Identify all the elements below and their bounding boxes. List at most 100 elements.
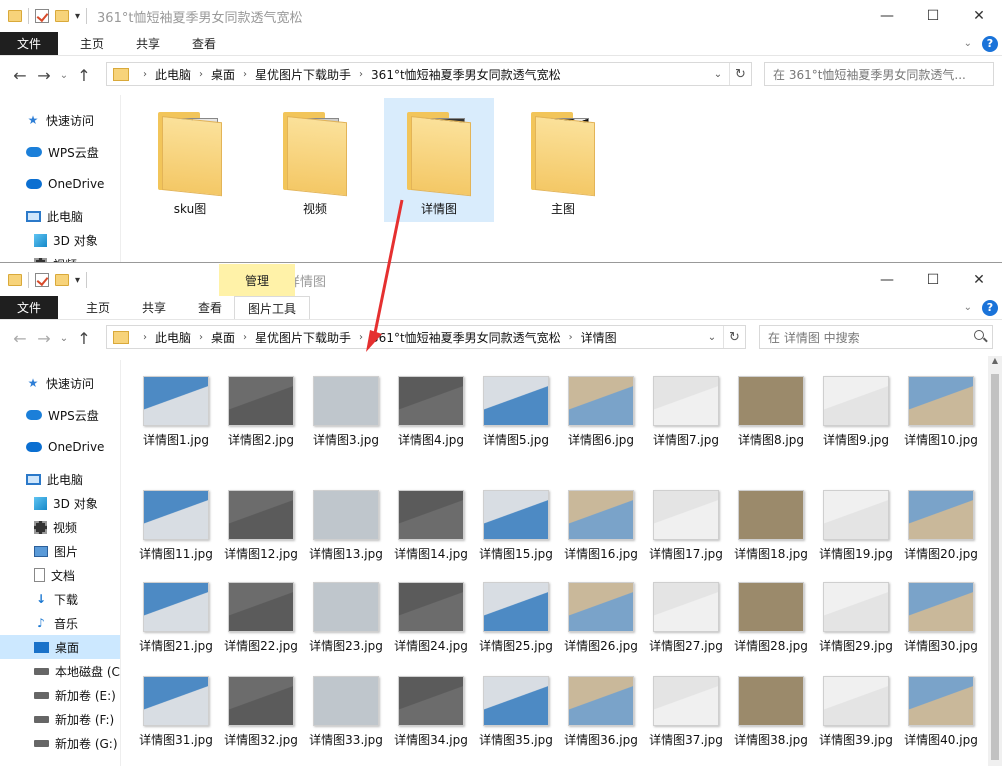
file-item[interactable]: 详情图25.jpg [476, 572, 556, 655]
file-name: 详情图7.jpg [652, 433, 720, 447]
thumbnail-frame [737, 666, 805, 726]
file-item[interactable]: 详情图18.jpg [731, 480, 811, 563]
sidebar-item-label: 视频 [53, 256, 77, 263]
folder-label: 主图 [550, 202, 575, 216]
image-thumbnail [738, 376, 804, 426]
new-folder-icon[interactable] [55, 10, 69, 22]
file-item[interactable]: 详情图15.jpg [476, 480, 556, 563]
image-thumbnail [653, 676, 719, 726]
file-item[interactable]: 详情图14.jpg [391, 480, 471, 563]
search-input[interactable]: 在 361°t恤短袖夏季男女同款透气... [764, 62, 994, 86]
breadcrumb-item[interactable]: 此电脑 [155, 66, 191, 83]
folder-item-main[interactable]: 主图 [508, 98, 618, 222]
thumbnail-frame [397, 666, 465, 726]
expand-ribbon-icon[interactable]: ⌄ [964, 38, 972, 49]
file-item[interactable]: 详情图1.jpg [136, 366, 216, 449]
sidebar-item-3d-objects[interactable]: 3D 对象 [0, 228, 120, 252]
up-button[interactable]: ↑ [72, 66, 96, 85]
file-item[interactable]: 详情图22.jpg [221, 572, 301, 655]
folder-item-video[interactable]: 视频 [260, 98, 370, 222]
image-thumbnail [398, 376, 464, 426]
file-item[interactable]: 详情图28.jpg [731, 572, 811, 655]
file-item[interactable]: 详情图29.jpg [816, 572, 896, 655]
customize-dropdown-icon[interactable]: ▾ [75, 11, 80, 22]
image-thumbnail [568, 582, 634, 632]
folder-item-sku[interactable]: sku图 [135, 98, 245, 222]
file-item[interactable]: 详情图2.jpg [221, 366, 301, 449]
file-item[interactable]: 详情图35.jpg [476, 666, 556, 749]
file-item[interactable]: 详情图17.jpg [646, 480, 726, 563]
file-item[interactable]: 详情图33.jpg [306, 666, 386, 749]
forward-button[interactable]: → [32, 66, 56, 85]
file-name: 详情图30.jpg [904, 639, 978, 653]
image-thumbnail [313, 676, 379, 726]
file-item[interactable]: 详情图7.jpg [646, 366, 726, 449]
image-thumbnail [228, 376, 294, 426]
title-bar[interactable]: ▾ 361°t恤短袖夏季男女同款透气宽松 — ☐ ✕ [0, 0, 1002, 32]
file-name: 详情图31.jpg [139, 733, 213, 747]
sidebar-item-quick-access[interactable]: ★ 快速访问 [0, 108, 120, 132]
folder-item-details[interactable]: 详情图 [384, 98, 494, 222]
maximize-button[interactable]: ☐ [910, 0, 956, 32]
file-item[interactable]: 详情图9.jpg [816, 366, 896, 449]
recent-locations-icon[interactable]: ⌄ [56, 70, 72, 81]
image-thumbnail [738, 490, 804, 540]
file-item[interactable]: 详情图20.jpg [901, 480, 981, 563]
tab-home[interactable]: 主页 [64, 32, 120, 55]
folder-label: 详情图 [420, 202, 457, 216]
refresh-icon[interactable]: ↻ [729, 63, 751, 85]
breadcrumb-item[interactable]: 星优图片下载助手 [255, 66, 351, 83]
close-button[interactable]: ✕ [956, 0, 1002, 32]
sidebar-item-onedrive[interactable]: OneDrive [0, 172, 120, 196]
file-item[interactable]: 详情图30.jpg [901, 572, 981, 655]
file-item[interactable]: 详情图19.jpg [816, 480, 896, 563]
breadcrumb-item[interactable]: 361°t恤短袖夏季男女同款透气宽松 [371, 66, 561, 83]
file-item[interactable]: 详情图21.jpg [136, 572, 216, 655]
thumbnail-frame [312, 572, 380, 632]
breadcrumb-item[interactable]: 桌面 [211, 66, 235, 83]
thumbnail-frame [737, 572, 805, 632]
back-button[interactable]: ← [8, 66, 32, 85]
file-item[interactable]: 详情图11.jpg [136, 480, 216, 563]
file-item[interactable]: 详情图10.jpg [901, 366, 981, 449]
sidebar-item-this-pc[interactable]: 此电脑 [0, 204, 120, 228]
file-item[interactable]: 详情图40.jpg [901, 666, 981, 749]
file-item[interactable]: 详情图37.jpg [646, 666, 726, 749]
image-thumbnail [398, 490, 464, 540]
file-item[interactable]: 详情图36.jpg [561, 666, 641, 749]
file-item[interactable]: 详情图12.jpg [221, 480, 301, 563]
file-item[interactable]: 详情图34.jpg [391, 666, 471, 749]
file-item[interactable]: 详情图13.jpg [306, 480, 386, 563]
help-icon[interactable]: ? [982, 35, 998, 52]
sidebar-item-videos[interactable]: 视频 [0, 252, 120, 263]
file-item[interactable]: 详情图32.jpg [221, 666, 301, 749]
file-item[interactable]: 详情图6.jpg [561, 366, 641, 449]
file-item[interactable]: 详情图27.jpg [646, 572, 726, 655]
file-item[interactable]: 详情图5.jpg [476, 366, 556, 449]
tab-share[interactable]: 共享 [120, 32, 176, 55]
file-item[interactable]: 详情图38.jpg [731, 666, 811, 749]
file-item[interactable]: 详情图4.jpg [391, 366, 471, 449]
folder-label: 视频 [302, 202, 327, 216]
explorer-window-front: ▾ 详情图 — ☐ ✕ 管理 文件 主页 共享 查看 图片工具 ⌄ ? ← → … [0, 264, 1002, 766]
vertical-scrollbar[interactable]: ▲ [988, 356, 1002, 766]
properties-icon[interactable] [35, 9, 49, 23]
sidebar-item-wps[interactable]: WPS云盘 [0, 140, 120, 164]
file-name: 详情图12.jpg [224, 547, 298, 561]
scrollbar-thumb[interactable] [991, 374, 999, 760]
file-item[interactable]: 详情图8.jpg [731, 366, 811, 449]
address-bar[interactable]: › 此电脑 › 桌面 › 星优图片下载助手 › 361°t恤短袖夏季男女同款透气… [106, 62, 752, 86]
file-item[interactable]: 详情图24.jpg [391, 572, 471, 655]
file-item[interactable]: 详情图26.jpg [561, 572, 641, 655]
file-item[interactable]: 详情图16.jpg [561, 480, 641, 563]
file-item[interactable]: 详情图23.jpg [306, 572, 386, 655]
scroll-up-icon[interactable]: ▲ [988, 356, 1002, 370]
address-dropdown-icon[interactable]: ⌄ [709, 63, 727, 85]
minimize-button[interactable]: — [864, 0, 910, 32]
file-item[interactable]: 详情图39.jpg [816, 666, 896, 749]
tab-file[interactable]: 文件 [0, 32, 58, 55]
tab-view[interactable]: 查看 [176, 32, 232, 55]
image-thumbnail [398, 676, 464, 726]
file-item[interactable]: 详情图3.jpg [306, 366, 386, 449]
file-item[interactable]: 详情图31.jpg [136, 666, 216, 749]
